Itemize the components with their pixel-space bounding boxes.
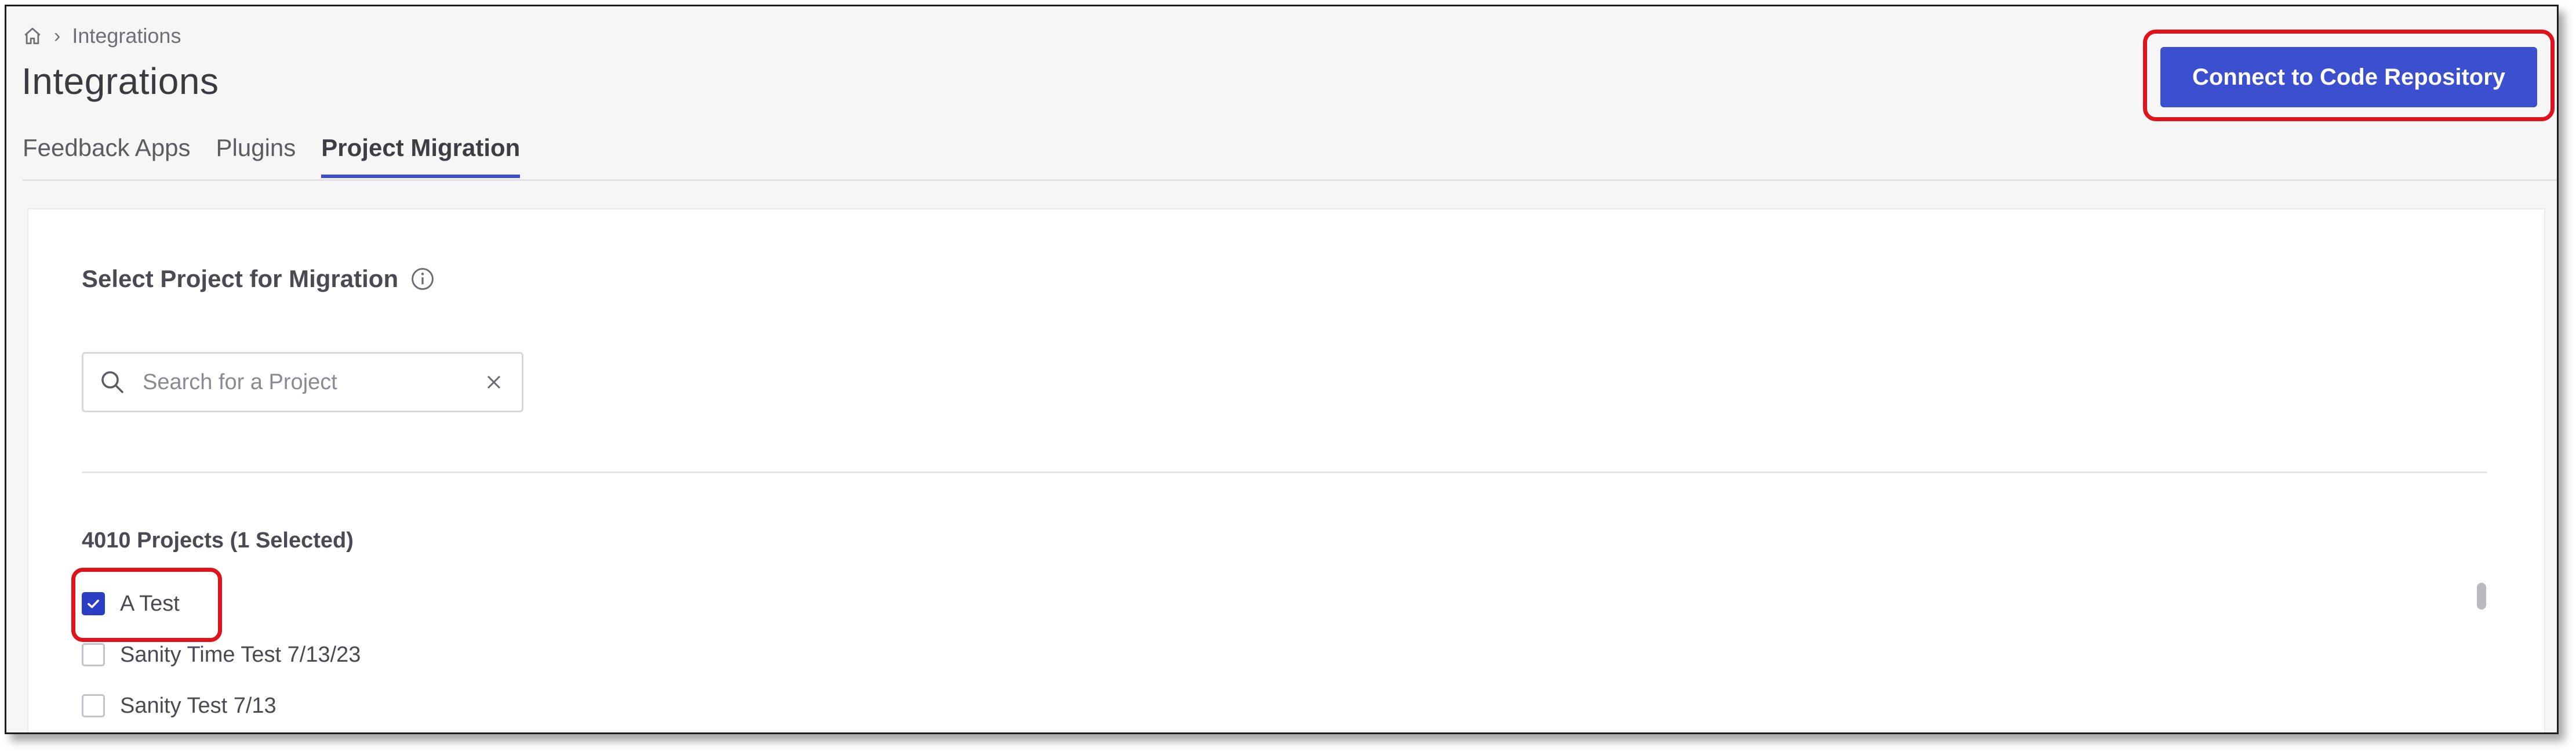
section-title-text: Select Project for Migration — [82, 265, 399, 292]
info-icon[interactable] — [410, 266, 435, 292]
home-icon[interactable] — [23, 26, 42, 46]
project-checkbox[interactable] — [82, 643, 105, 666]
project-name: Sanity Test 7/13 — [120, 693, 276, 718]
page-title: Integrations — [21, 60, 219, 102]
project-list: A Test Sanity Time Test 7/13/23 Sanity T… — [82, 578, 361, 731]
app-window: › Integrations Integrations Connect to C… — [5, 5, 2559, 734]
project-search-input[interactable] — [141, 369, 482, 396]
project-row-sanity-test[interactable]: Sanity Test 7/13 — [82, 680, 361, 731]
breadcrumb: › Integrations — [23, 21, 181, 50]
list-scrollbar-thumb[interactable] — [2477, 583, 2486, 609]
section-title: Select Project for Migration — [82, 265, 435, 293]
list-divider — [82, 471, 2487, 473]
project-name: Sanity Time Test 7/13/23 — [120, 642, 361, 667]
breadcrumb-separator: › — [54, 24, 61, 47]
project-checkbox[interactable] — [82, 592, 105, 615]
tabs-divider — [23, 179, 2557, 181]
project-row-sanity-time-test[interactable]: Sanity Time Test 7/13/23 — [82, 629, 361, 680]
project-checkbox[interactable] — [82, 694, 105, 717]
projects-count: 4010 Projects (1 Selected) — [82, 528, 354, 553]
connect-to-code-repository-button[interactable]: Connect to Code Repository — [2160, 47, 2537, 107]
breadcrumb-current: Integrations — [72, 24, 181, 48]
tab-project-migration[interactable]: Project Migration — [321, 134, 521, 178]
search-icon — [101, 371, 123, 393]
tab-plugins[interactable]: Plugins — [216, 134, 296, 178]
clear-search-icon[interactable] — [482, 371, 505, 394]
check-icon — [88, 600, 99, 608]
tab-feedback-apps[interactable]: Feedback Apps — [23, 134, 191, 178]
tab-bar: Feedback Apps Plugins Project Migration — [23, 134, 521, 178]
migration-panel: Select Project for Migration 4010 Projec… — [27, 208, 2545, 732]
project-row-a-test[interactable]: A Test — [82, 578, 361, 629]
project-search-field — [82, 352, 523, 412]
project-name: A Test — [120, 591, 180, 616]
